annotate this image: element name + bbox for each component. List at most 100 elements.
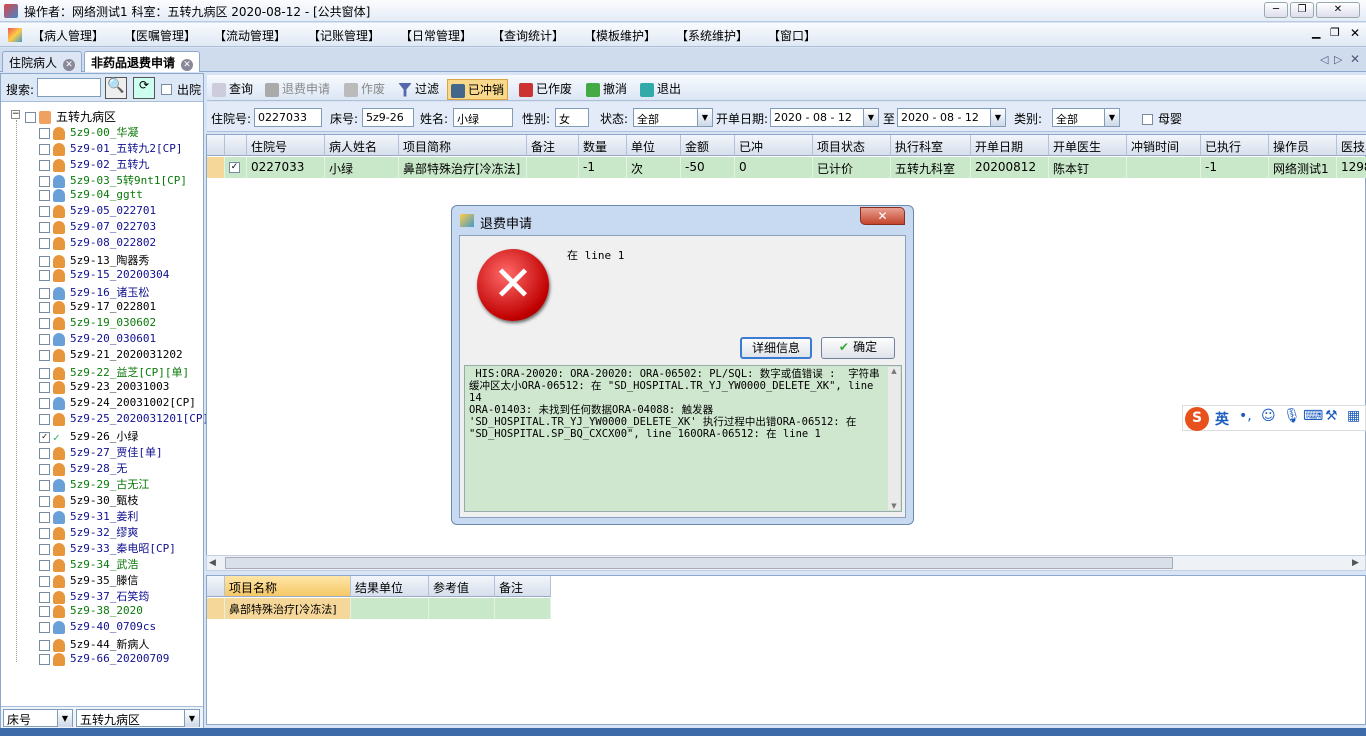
- name-field[interactable]: 小绿: [453, 108, 513, 127]
- column-header[interactable]: 金额: [681, 135, 735, 156]
- row-check-cell[interactable]: ✓: [225, 157, 247, 178]
- tree-checkbox[interactable]: [39, 527, 50, 539]
- tree-checkbox[interactable]: [39, 591, 50, 603]
- column-header[interactable]: 备注: [527, 135, 579, 156]
- tree-checkbox[interactable]: [39, 447, 50, 459]
- grid-menu-icon[interactable]: ▦: [1347, 408, 1360, 424]
- tree-item[interactable]: 5z9-20_030601: [39, 332, 156, 348]
- column-header[interactable]: 已冲: [735, 135, 813, 156]
- tree-item[interactable]: 5z9-04_ggtt: [39, 188, 143, 204]
- column-header[interactable]: 单位: [627, 135, 681, 156]
- table-cell[interactable]: 0: [735, 157, 813, 178]
- tree-item[interactable]: 5z9-19_030602: [39, 316, 156, 332]
- query-button[interactable]: 查询: [209, 79, 256, 98]
- tab-inpatients[interactable]: 住院病人 ✕: [2, 51, 83, 72]
- tree-item[interactable]: 5z9-32_缪爽: [39, 524, 138, 540]
- tree-checkbox[interactable]: [39, 255, 50, 267]
- details-button[interactable]: 详细信息: [740, 337, 812, 359]
- table-cell[interactable]: 陈本钉: [1049, 157, 1127, 178]
- column-header[interactable]: 开单日期: [971, 135, 1049, 156]
- tree-item[interactable]: 5z9-33_秦电昭[CP]: [39, 540, 176, 556]
- column-header[interactable]: 操作员: [1269, 135, 1337, 156]
- tree-checkbox[interactable]: [39, 381, 50, 393]
- tree-item[interactable]: 5z9-40_0709cs: [39, 620, 156, 636]
- tab-refund-request[interactable]: 非药品退费申请 ✕: [84, 51, 201, 72]
- tree-item[interactable]: 5z9-01_五转九2[CP]: [39, 140, 182, 156]
- maximize-button[interactable]: ❐: [1290, 2, 1314, 18]
- punctuation-icon[interactable]: •,: [1239, 408, 1252, 424]
- dialog-close-button[interactable]: ✕: [860, 207, 905, 225]
- column-header[interactable]: 项目简称: [399, 135, 527, 156]
- tree-checkbox[interactable]: [39, 189, 50, 201]
- tree-checkbox[interactable]: [39, 221, 50, 233]
- column-header[interactable]: 病人姓名: [325, 135, 399, 156]
- tree-item[interactable]: 5z9-23_20031003: [39, 380, 169, 396]
- tree-item[interactable]: 5z9-28_无: [39, 460, 127, 476]
- tree-item[interactable]: 5z9-24_20031002[CP]: [39, 396, 196, 412]
- tree-item[interactable]: 5z9-35_滕信: [39, 572, 138, 588]
- close-button[interactable]: ✕: [1316, 2, 1360, 18]
- table-cell[interactable]: [429, 598, 495, 619]
- tree-checkbox[interactable]: [39, 159, 50, 171]
- table-cell[interactable]: 20200812: [971, 157, 1049, 178]
- keyboard-icon[interactable]: ⌨: [1303, 408, 1323, 424]
- error-details-text[interactable]: HIS:ORA-20020: ORA-20020: ORA-06502: PL/…: [464, 365, 902, 512]
- column-header[interactable]: 项目状态: [813, 135, 891, 156]
- inpatient-field[interactable]: 0227033: [254, 108, 322, 127]
- filter-button[interactable]: 过滤: [395, 79, 442, 98]
- tree-checkbox[interactable]: [39, 269, 50, 281]
- tree-checkbox[interactable]: [39, 397, 50, 409]
- void-button[interactable]: 作废: [341, 79, 388, 98]
- details-scrollbar[interactable]: ▲ ▼: [888, 367, 900, 510]
- row-selector[interactable]: [207, 157, 225, 178]
- tree-item[interactable]: 5z9-17_022801: [39, 300, 156, 316]
- row-checkbox[interactable]: ✓: [229, 162, 240, 173]
- table-cell[interactable]: 小绿: [325, 157, 399, 178]
- column-header[interactable]: 结果单位: [351, 576, 429, 597]
- tree-checkbox[interactable]: [39, 237, 50, 249]
- menu-daily[interactable]: 【日常管理】: [400, 27, 472, 44]
- refresh-icon[interactable]: ⟳: [133, 77, 155, 99]
- tree-item[interactable]: 5z9-29_古无江: [39, 476, 149, 492]
- tree-checkbox[interactable]: [39, 333, 50, 345]
- column-header[interactable]: 住院号: [247, 135, 325, 156]
- tree-checkbox[interactable]: [39, 175, 50, 187]
- tree-checkbox[interactable]: [39, 143, 50, 155]
- table-cell[interactable]: [1127, 157, 1201, 178]
- column-header[interactable]: 已执行: [1201, 135, 1269, 156]
- tree-item[interactable]: 5z9-13_陶器秀: [39, 252, 149, 268]
- scroll-thumb[interactable]: [225, 557, 1173, 569]
- tree-item[interactable]: 5z9-00_华凝: [39, 124, 138, 140]
- tree-checkbox[interactable]: [39, 479, 50, 491]
- sex-field[interactable]: 女: [555, 108, 589, 127]
- scroll-left-icon[interactable]: ◀: [209, 558, 216, 568]
- tab-close-icon[interactable]: ✕: [1350, 52, 1360, 66]
- tree-item[interactable]: 5z9-38_2020: [39, 604, 143, 620]
- table-cell[interactable]: 鼻部特殊治疗[冷冻法]: [225, 598, 351, 619]
- menu-system[interactable]: 【系统维护】: [676, 27, 748, 44]
- menu-orders[interactable]: 【医嘱管理】: [124, 27, 196, 44]
- column-header[interactable]: 项目名称: [225, 576, 351, 597]
- tree-item[interactable]: 5z9-05_022701: [39, 204, 156, 220]
- table-cell[interactable]: 网络测试1: [1269, 157, 1337, 178]
- search-icon[interactable]: 🔍: [105, 77, 127, 99]
- tree-item[interactable]: ✓ ✓ 5z9-26_小绿: [39, 428, 138, 444]
- tree-item[interactable]: 5z9-66_20200709: [39, 652, 169, 668]
- tree-checkbox[interactable]: [39, 349, 50, 361]
- table-cell[interactable]: [527, 157, 579, 178]
- mdi-close-button[interactable]: ✕: [1350, 26, 1360, 40]
- tree-checkbox[interactable]: [39, 301, 50, 313]
- table-cell[interactable]: 鼻部特殊治疗[冷冻法]: [399, 157, 527, 178]
- column-header[interactable]: 参考值: [429, 576, 495, 597]
- status-select[interactable]: 全部 ▼: [633, 108, 713, 127]
- menu-window[interactable]: 【窗口】: [768, 27, 816, 44]
- tree-checkbox[interactable]: [39, 621, 50, 633]
- ok-button[interactable]: ✔ 确定: [821, 337, 895, 359]
- tree-checkbox[interactable]: [39, 511, 50, 523]
- table-cell[interactable]: [495, 598, 551, 619]
- tree-checkbox[interactable]: [39, 367, 50, 379]
- column-header[interactable]: 备注: [495, 576, 551, 597]
- tree-item[interactable]: 5z9-37_石笑筠: [39, 588, 149, 604]
- menu-billing[interactable]: 【记账管理】: [308, 27, 380, 44]
- tree-checkbox[interactable]: [39, 127, 50, 139]
